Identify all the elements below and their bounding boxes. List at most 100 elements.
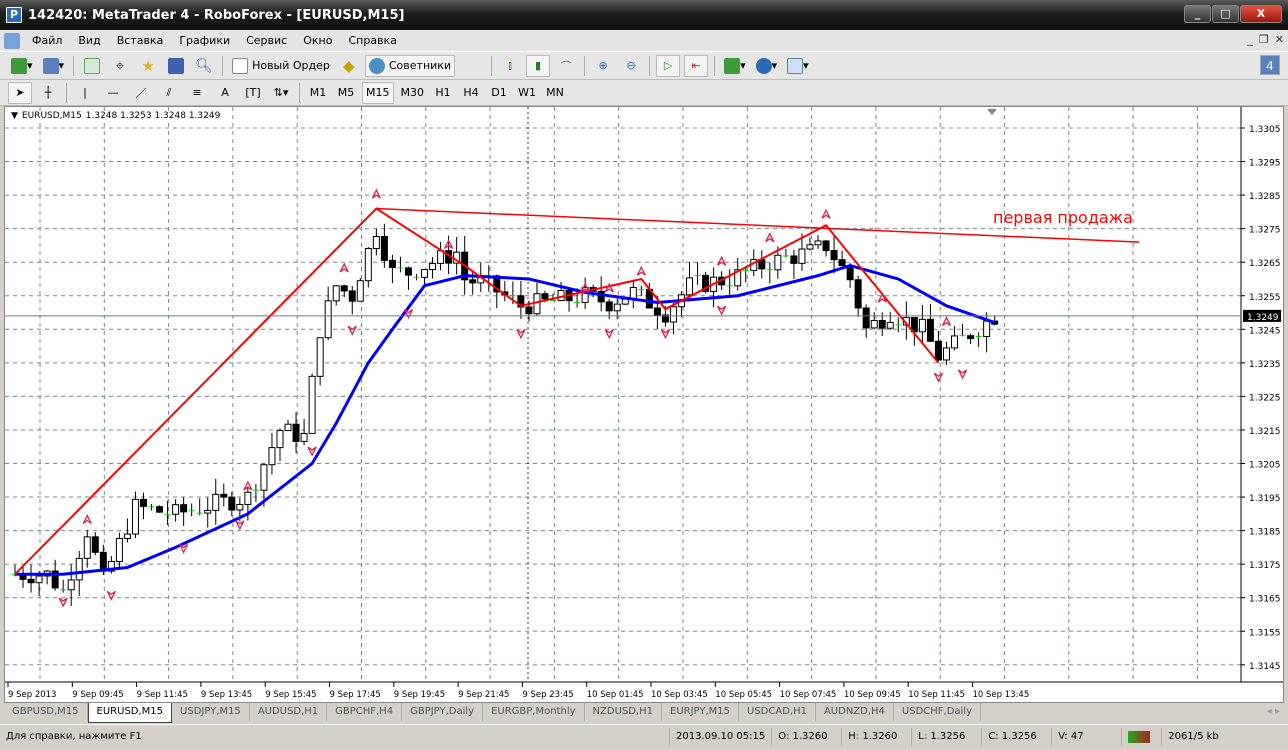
chart-tab[interactable]: USDJPY,M15 (172, 703, 250, 721)
chart-tab[interactable]: EURJPY,M15 (662, 703, 739, 721)
candle-body (228, 496, 236, 511)
close-button[interactable]: X (1240, 5, 1282, 23)
candle-body (951, 335, 959, 349)
menu-view[interactable]: Вид (70, 34, 108, 47)
vertical-line-icon: | (83, 86, 87, 99)
fibonacci-tool[interactable]: ≡ (185, 82, 209, 104)
cursor-tool[interactable]: ➤ (8, 81, 32, 104)
experts-button[interactable]: Советники (364, 54, 456, 77)
candle (862, 304, 870, 338)
strategy-tester-button[interactable]: 🔍︎ (192, 55, 216, 77)
candle (308, 373, 316, 435)
chart-tab[interactable]: GBPUSD,M15 (4, 703, 88, 721)
chart-shift-button[interactable]: ⇤ (684, 54, 709, 77)
terminal-icon (168, 57, 185, 74)
templates-button[interactable]: ▾ (784, 55, 812, 77)
periods-button[interactable]: ▾ (753, 55, 781, 77)
menu-help[interactable]: Справка (340, 34, 404, 47)
candle-body (276, 430, 284, 449)
timeframe-d1[interactable]: D1 (487, 82, 511, 104)
status-help: Для справки, нажмите F1 (0, 727, 670, 746)
candle (967, 333, 975, 345)
candle-body (621, 298, 629, 305)
profiles-button[interactable]: ▾ (40, 55, 68, 77)
timeframe-m30[interactable]: M30 (398, 82, 428, 104)
star-folder-icon: ★ (141, 56, 155, 75)
price-chart[interactable]: 1.3305 1.3295 1.3285 1.3275 1.3265 1.3255 1.32… (5, 107, 1283, 702)
chart-tab[interactable]: USDCAD,H1 (739, 703, 816, 721)
timeframe-w1[interactable]: W1 (515, 82, 539, 104)
data-window-button[interactable]: ⌖ (108, 55, 132, 77)
bar-chart-button[interactable]: ⫾ (498, 55, 522, 77)
line-chart-button[interactable]: ⌒ (554, 55, 578, 77)
text-tool[interactable]: A (213, 82, 237, 104)
time-tick-label: 10 Sep 07:45 (780, 690, 837, 700)
timeframe-m5[interactable]: M5 (334, 82, 358, 104)
mdi-restore-button[interactable]: ❐ (1259, 33, 1269, 46)
candle-body (429, 262, 437, 270)
time-tick-label: 9 Sep 23:45 (522, 690, 573, 700)
crosshair-tool[interactable]: ┼ (36, 82, 60, 104)
new-order-button[interactable]: Новый Ордер (229, 55, 333, 77)
fractal-down-icon (957, 369, 968, 380)
alert-button[interactable]: ◆ (337, 55, 361, 77)
magnifier-icon: 🔍︎ (195, 57, 213, 74)
timeframe-h4[interactable]: H4 (459, 82, 483, 104)
connection-icon (1122, 727, 1163, 746)
text-label-tool[interactable]: [T] (241, 82, 265, 104)
chart-tab[interactable]: GBPJPY,Daily (402, 703, 484, 721)
auto-scroll-button[interactable]: ▷ (656, 54, 681, 77)
chart-window[interactable]: 1.3305 1.3295 1.3285 1.3275 1.3265 1.3255 1.32… (4, 106, 1284, 703)
chart-tab[interactable]: EURUSD,M15 (87, 703, 173, 723)
terminal-button[interactable] (164, 55, 188, 77)
chart-tab[interactable]: AUDNZD,H4 (816, 703, 894, 721)
window-title: 142420: MetaTrader 4 - RoboForex - [EURU… (28, 7, 405, 23)
timeframe-h1[interactable]: H1 (431, 82, 455, 104)
candle-body (75, 557, 83, 581)
trendline-tool[interactable]: ／ (129, 82, 153, 104)
zoom-in-button[interactable]: ⊕ (591, 55, 615, 77)
vertical-line-tool[interactable]: | (73, 82, 97, 104)
tab-scroll-arrows[interactable]: ◂ ▸ (1267, 706, 1280, 717)
arrows-tool[interactable]: ⇅▾ (269, 82, 293, 104)
time-tick-label: 10 Sep 09:45 (844, 690, 901, 700)
candlestick-button[interactable]: ▮ (526, 54, 551, 77)
equidistant-channel-tool[interactable]: ⫽ (157, 82, 181, 104)
chart-tab[interactable]: NZDUSD,H1 (585, 703, 662, 721)
menu-charts[interactable]: Графики (171, 34, 238, 47)
chart-tab[interactable]: GBPCHF,H4 (327, 703, 403, 721)
chart-tab[interactable]: AUDUSD,H1 (250, 703, 328, 721)
menu-file[interactable]: Файл (24, 34, 70, 47)
new-chart-button[interactable]: ▾ (8, 55, 36, 77)
maximize-button[interactable]: □ (1212, 5, 1239, 23)
menu-tools[interactable]: Сервис (238, 34, 295, 47)
collapse-triangle-icon[interactable]: ▼ (11, 111, 18, 121)
mdi-close-button[interactable]: ✕ (1275, 33, 1284, 46)
candle (677, 290, 685, 318)
menu-window[interactable]: Окно (295, 34, 340, 47)
minimize-button[interactable]: _ (1184, 5, 1211, 23)
indicators-button[interactable]: ▾ (721, 55, 749, 77)
candle (918, 305, 926, 345)
candle (172, 499, 180, 522)
timeframe-mn[interactable]: MN (543, 82, 567, 104)
candle (413, 273, 420, 281)
horizontal-line-tool[interactable]: — (101, 82, 125, 104)
candle (926, 304, 934, 342)
candle (228, 491, 236, 516)
price-tick-label: 1.3185 (1249, 528, 1281, 538)
time-tick-label: 9 Sep 21:45 (458, 690, 509, 700)
zoom-out-button[interactable]: ⊖ (619, 55, 643, 77)
time-tick-label: 10 Sep 05:45 (715, 690, 772, 700)
candle (870, 312, 878, 330)
candle (694, 261, 701, 285)
chart-tab[interactable]: USDCHF,Daily (894, 703, 982, 721)
navigator-button[interactable]: ★ (136, 55, 160, 77)
market-watch-button[interactable] (80, 55, 104, 77)
timeframe-m1[interactable]: M1 (306, 82, 330, 104)
menu-insert[interactable]: Вставка (109, 34, 172, 47)
chart-tab[interactable]: EURGBP,Monthly (483, 703, 585, 721)
timeframe-m15[interactable]: M15 (362, 81, 394, 104)
notifications-badge[interactable]: 4 (1260, 55, 1280, 75)
mdi-minimize-button[interactable]: _ (1247, 33, 1253, 46)
